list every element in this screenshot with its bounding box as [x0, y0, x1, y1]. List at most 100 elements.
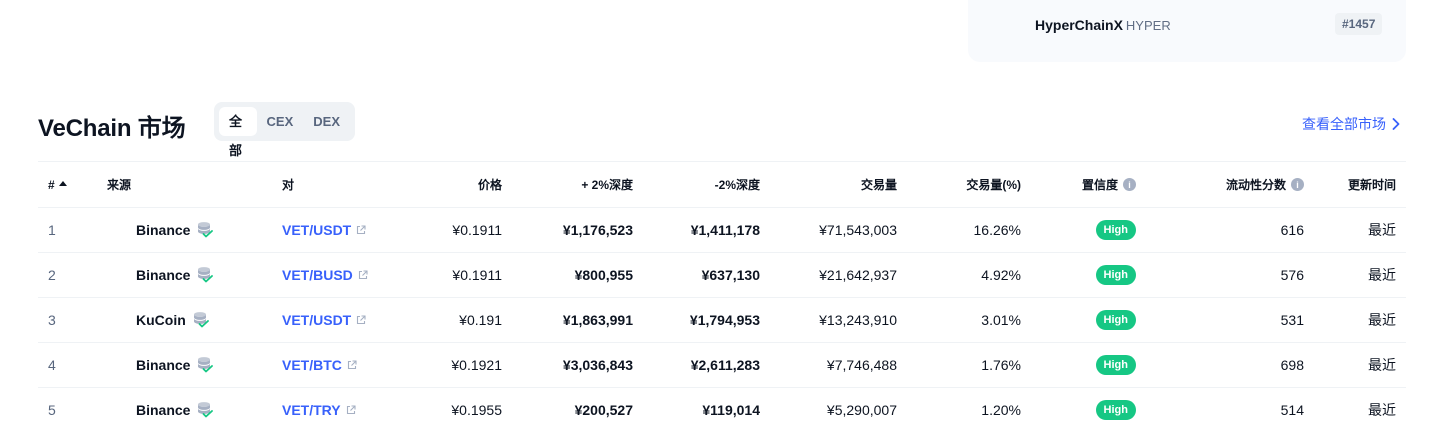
tab-cex[interactable]: CEX	[257, 107, 304, 136]
table-row[interactable]: 3 KuCoin VET/USDT ¥0.191 ¥1,863,991 ¥1,7…	[38, 298, 1406, 343]
exchange-cell[interactable]: Binance	[107, 343, 214, 387]
confidence-cell: High	[1095, 343, 1136, 387]
info-icon[interactable]: i	[1123, 178, 1136, 191]
markets-table: # 来源 对 价格 + 2%深度 -2%深度 交易量 交易量(%) 置信度 i …	[38, 161, 1406, 430]
pair-cell: VET/USDT	[282, 208, 366, 252]
confidence-badge: High	[1095, 310, 1136, 330]
pair-cell: VET/USDT	[282, 298, 366, 342]
confidence-badge: High	[1095, 220, 1136, 240]
chevron-right-icon	[1392, 118, 1400, 130]
header-price[interactable]: 价格	[478, 162, 502, 207]
sort-ascending-icon	[58, 181, 67, 186]
price-cell: ¥0.1921	[451, 357, 502, 373]
exchange-cell[interactable]: Binance	[107, 208, 214, 252]
related-coin-rank-badge: #1457	[1335, 13, 1383, 35]
verified-exchange-icon	[198, 357, 214, 373]
related-coin-card[interactable]: HyperChainX HYPER #1457	[968, 0, 1406, 62]
header-minus2-depth[interactable]: -2%深度	[715, 162, 760, 207]
pair-cell: VET/BTC	[282, 343, 357, 387]
row-rank: 3	[48, 312, 56, 328]
pair-link[interactable]: VET/BUSD	[282, 267, 353, 283]
minus2-depth-cell: ¥1,411,178	[690, 222, 760, 238]
confidence-cell: High	[1095, 388, 1136, 430]
row-rank: 5	[48, 402, 56, 418]
volume-cell: ¥5,290,007	[826, 402, 897, 418]
header-liquidity-label: 流动性分数	[1225, 178, 1286, 192]
header-source: 来源	[107, 178, 132, 192]
volume-cell: ¥71,543,003	[819, 222, 897, 238]
info-icon[interactable]: i	[1291, 178, 1304, 191]
verified-exchange-icon	[198, 267, 214, 283]
confidence-cell: High	[1095, 253, 1136, 297]
exchange-name[interactable]: Binance	[136, 357, 190, 373]
exchange-name[interactable]: Binance	[136, 222, 190, 238]
related-coin-name-text: HyperChainX	[1035, 17, 1123, 33]
price-cell: ¥0.1911	[452, 222, 502, 238]
row-rank: 4	[48, 357, 56, 373]
external-link-icon[interactable]	[356, 225, 366, 235]
table-row[interactable]: 1 Binance VET/USDT ¥0.1911 ¥1,176,523 ¥1…	[38, 208, 1406, 253]
exchange-cell[interactable]: Binance	[107, 253, 214, 297]
volume-percent-cell: 3.01%	[981, 312, 1021, 328]
header-confidence-label: 置信度	[1081, 178, 1118, 192]
exchange-name[interactable]: KuCoin	[136, 312, 186, 328]
view-all-markets-link[interactable]: 查看全部市场	[1302, 114, 1400, 134]
header-rank[interactable]: #	[48, 162, 67, 207]
related-coin-symbol: HYPER	[1125, 18, 1171, 33]
tab-all[interactable]: 全部	[219, 107, 257, 158]
exchange-cell[interactable]: KuCoin	[107, 298, 209, 342]
liquidity-score-cell: 616	[1280, 222, 1304, 238]
header-plus2-depth[interactable]: + 2%深度	[581, 162, 633, 207]
row-rank: 2	[48, 267, 56, 283]
header-rank-label: #	[48, 177, 55, 192]
updated-cell: 最近	[1368, 402, 1396, 418]
minus2-depth-cell: ¥637,130	[701, 267, 760, 283]
related-coin-name: HyperChainX HYPER	[1035, 17, 1171, 33]
volume-cell: ¥13,243,910	[819, 312, 897, 328]
pair-link[interactable]: VET/TRY	[282, 402, 341, 418]
updated-cell: 最近	[1368, 222, 1396, 238]
table-row[interactable]: 4 Binance VET/BTC ¥0.1921 ¥3,036,843 ¥2,…	[38, 343, 1406, 388]
external-link-icon[interactable]	[346, 405, 356, 415]
pair-link[interactable]: VET/USDT	[282, 222, 351, 238]
volume-percent-cell: 16.26%	[973, 222, 1021, 238]
plus2-depth-cell: ¥1,176,523	[562, 222, 633, 238]
exchange-cell[interactable]: Binance	[107, 388, 214, 430]
market-type-tabs: 全部 CEX DEX	[214, 102, 355, 158]
tab-dex[interactable]: DEX	[303, 107, 350, 136]
volume-percent-cell: 1.20%	[981, 402, 1021, 418]
verified-exchange-icon	[198, 222, 214, 238]
plus2-depth-cell: ¥1,863,991	[562, 312, 633, 328]
table-row[interactable]: 5 Binance VET/TRY ¥0.1955 ¥200,527 ¥119,…	[38, 388, 1406, 430]
header-liquidity[interactable]: 流动性分数 i	[1226, 162, 1304, 207]
volume-cell: ¥21,642,937	[819, 267, 897, 283]
header-volume-percent[interactable]: 交易量(%)	[966, 162, 1021, 207]
header-updated[interactable]: 更新时间	[1348, 162, 1396, 207]
updated-cell: 最近	[1368, 357, 1396, 373]
row-rank: 1	[48, 222, 56, 238]
pair-cell: VET/BUSD	[282, 253, 368, 297]
updated-cell: 最近	[1368, 312, 1396, 328]
minus2-depth-cell: ¥119,014	[702, 402, 760, 418]
external-link-icon[interactable]	[358, 270, 368, 280]
view-all-markets-label: 查看全部市场	[1302, 116, 1386, 132]
minus2-depth-cell: ¥1,794,953	[689, 312, 760, 328]
external-link-icon[interactable]	[347, 360, 357, 370]
header-volume[interactable]: 交易量	[861, 162, 897, 207]
pair-link[interactable]: VET/USDT	[282, 312, 351, 328]
liquidity-score-cell: 531	[1280, 312, 1304, 328]
price-cell: ¥0.191	[459, 312, 502, 328]
liquidity-score-cell: 514	[1280, 402, 1304, 418]
table-header-row: # 来源 对 价格 + 2%深度 -2%深度 交易量 交易量(%) 置信度 i …	[38, 162, 1406, 208]
exchange-name[interactable]: Binance	[136, 267, 190, 283]
confidence-badge: High	[1095, 400, 1136, 420]
verified-exchange-icon	[198, 402, 214, 418]
pair-link[interactable]: VET/BTC	[282, 357, 342, 373]
plus2-depth-cell: ¥800,955	[574, 267, 633, 283]
header-confidence[interactable]: 置信度 i	[1082, 162, 1136, 207]
confidence-cell: High	[1095, 208, 1136, 252]
table-row[interactable]: 2 Binance VET/BUSD ¥0.1911 ¥800,955 ¥637…	[38, 253, 1406, 298]
external-link-icon[interactable]	[356, 315, 366, 325]
minus2-depth-cell: ¥2,611,283	[690, 357, 760, 373]
exchange-name[interactable]: Binance	[136, 402, 190, 418]
